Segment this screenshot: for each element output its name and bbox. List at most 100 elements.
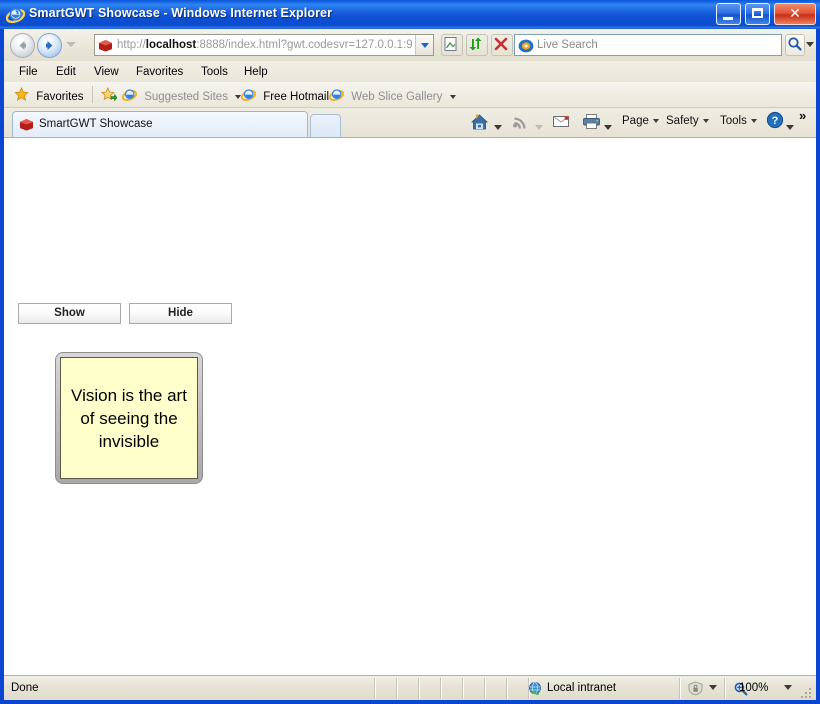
help-caret-icon[interactable] xyxy=(786,119,794,135)
zoom-level-label[interactable]: 100% xyxy=(739,681,768,695)
print-button[interactable] xyxy=(582,113,601,135)
favorites-item-web-slice-gallery[interactable]: Web Slice Gallery xyxy=(328,87,456,107)
printer-icon xyxy=(582,114,601,133)
search-go-button[interactable] xyxy=(785,34,805,56)
svg-text:?: ? xyxy=(772,115,779,127)
status-divider xyxy=(418,678,420,699)
tab-bar: SmartGWT Showcase Page Safety Tools ? » xyxy=(4,108,816,137)
safety-menu-button[interactable]: Safety xyxy=(666,113,709,129)
callout-text: Vision is the art of seeing the invisibl… xyxy=(71,385,187,451)
page-package-icon xyxy=(98,38,113,52)
address-text: http://localhost:8888/index.html?gwt.cod… xyxy=(117,39,413,51)
bing-icon xyxy=(518,38,534,57)
add-to-favorites-icon xyxy=(100,86,118,107)
menu-bar: File Edit View Favorites Tools Help xyxy=(4,61,816,82)
callout-panel: Vision is the art of seeing the invisibl… xyxy=(55,352,203,484)
page-menu-button[interactable]: Page xyxy=(622,113,659,129)
window-title: SmartGWT Showcase - Windows Internet Exp… xyxy=(29,6,333,20)
protected-mode-caret-icon[interactable] xyxy=(709,685,717,690)
status-bar: Done Local intranet 100% xyxy=(4,675,816,700)
status-divider xyxy=(506,678,508,699)
favorites-item-label: Web Slice Gallery xyxy=(351,90,443,103)
recent-pages-caret-icon[interactable] xyxy=(66,42,76,47)
menu-file[interactable]: File xyxy=(14,64,43,80)
window-controls xyxy=(715,3,816,26)
search-box[interactable]: Live Search xyxy=(514,34,782,56)
ie-page-icon xyxy=(328,87,345,107)
favorites-separator xyxy=(92,86,93,103)
status-message: Done xyxy=(11,682,39,694)
compatibility-view-button[interactable] xyxy=(441,34,463,56)
status-divider xyxy=(724,678,726,699)
address-bar[interactable]: http://localhost:8888/index.html?gwt.cod… xyxy=(94,34,434,56)
favorites-button[interactable]: Favorites xyxy=(14,86,84,107)
favorites-item-label: Suggested Sites xyxy=(144,90,228,103)
mail-button[interactable] xyxy=(552,113,570,134)
help-question-icon: ? xyxy=(766,111,784,132)
add-to-favorites-button[interactable] xyxy=(100,86,118,107)
favorites-bar: Favorites Suggested Sites Free Hotmail W… xyxy=(4,82,816,108)
refresh-button[interactable] xyxy=(466,34,488,56)
favorites-label: Favorites xyxy=(36,90,84,103)
status-divider xyxy=(440,678,442,699)
back-button[interactable] xyxy=(10,33,35,58)
menu-help[interactable]: Help xyxy=(239,64,273,80)
browser-chrome: http://localhost:8888/index.html?gwt.cod… xyxy=(4,29,816,675)
browser-window: SmartGWT Showcase - Windows Internet Exp… xyxy=(0,0,820,704)
globe-icon xyxy=(528,681,543,699)
home-icon xyxy=(470,114,489,134)
menu-tools[interactable]: Tools xyxy=(196,64,233,80)
home-button[interactable] xyxy=(470,113,489,136)
stop-button[interactable] xyxy=(491,34,513,56)
tab-label: SmartGWT Showcase xyxy=(39,118,153,130)
page-package-icon xyxy=(19,117,34,131)
navigation-toolbar: http://localhost:8888/index.html?gwt.cod… xyxy=(4,29,816,61)
callout-inner: Vision is the art of seeing the invisibl… xyxy=(60,357,198,479)
title-bar: SmartGWT Showcase - Windows Internet Exp… xyxy=(0,0,820,29)
toolbar-overflow-button[interactable]: » xyxy=(799,108,806,124)
chevron-down-icon[interactable] xyxy=(449,95,456,99)
close-button[interactable] xyxy=(774,3,816,25)
chevron-down-icon xyxy=(702,118,709,123)
menu-view[interactable]: View xyxy=(89,64,124,80)
security-zone-label: Local intranet xyxy=(547,682,617,694)
chevron-down-icon xyxy=(652,118,659,123)
ie-page-icon xyxy=(121,87,138,107)
favorites-item-free-hotmail[interactable]: Free Hotmail xyxy=(240,87,330,107)
ie-page-icon xyxy=(240,87,257,107)
new-tab-button[interactable] xyxy=(310,114,341,137)
home-caret-icon[interactable] xyxy=(494,119,502,135)
feeds-button[interactable] xyxy=(512,113,530,136)
show-button[interactable]: Show xyxy=(18,303,121,324)
favorites-item-label: Free Hotmail xyxy=(263,90,330,103)
zoom-caret-icon[interactable] xyxy=(784,685,792,690)
internet-explorer-icon xyxy=(5,5,26,24)
forward-button[interactable] xyxy=(37,33,62,58)
tab-smartgwt-showcase[interactable]: SmartGWT Showcase xyxy=(12,111,308,137)
help-button[interactable]: ? xyxy=(766,111,784,134)
status-divider xyxy=(484,678,486,699)
menu-favorites[interactable]: Favorites xyxy=(131,64,188,80)
maximize-button[interactable] xyxy=(744,3,770,25)
mail-icon xyxy=(552,116,570,132)
search-placeholder: Live Search xyxy=(537,39,598,51)
status-divider xyxy=(396,678,398,699)
resize-grip[interactable] xyxy=(801,686,813,698)
print-caret-icon[interactable] xyxy=(604,119,612,135)
menu-edit[interactable]: Edit xyxy=(51,64,81,80)
address-dropdown-button[interactable] xyxy=(415,35,433,55)
favorites-item-suggested-sites[interactable]: Suggested Sites xyxy=(121,87,242,107)
status-divider xyxy=(462,678,464,699)
feeds-caret-icon[interactable] xyxy=(535,119,543,135)
rss-feed-icon xyxy=(512,117,530,134)
minimize-button[interactable] xyxy=(715,3,741,25)
search-provider-caret-icon[interactable] xyxy=(806,42,814,47)
star-icon xyxy=(14,86,29,107)
hide-button[interactable]: Hide xyxy=(129,303,232,324)
status-divider xyxy=(679,678,681,699)
page-viewport: Show Hide Vision is the art of seeing th… xyxy=(4,137,816,675)
protected-mode-icon xyxy=(687,681,704,699)
status-divider xyxy=(374,678,376,699)
chevron-down-icon xyxy=(750,118,757,123)
tools-menu-button[interactable]: Tools xyxy=(720,113,757,129)
